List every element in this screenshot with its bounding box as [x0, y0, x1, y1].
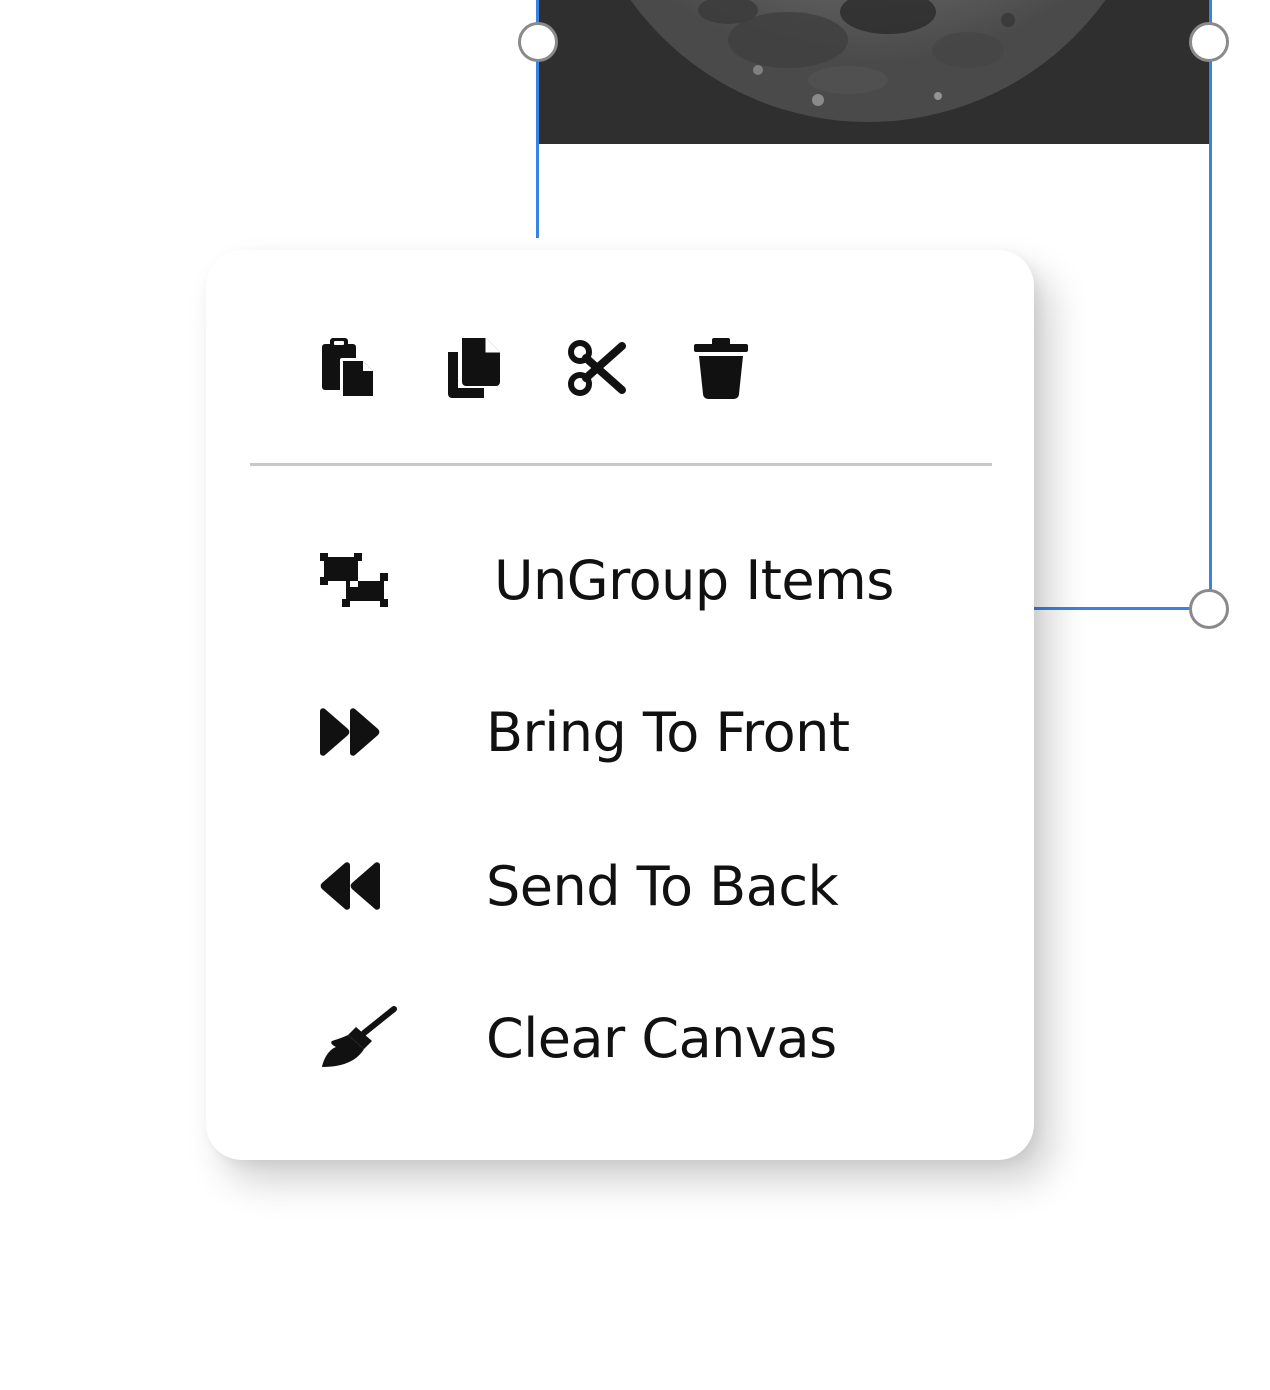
menu-item-bring-to-front[interactable]: Bring To Front [318, 692, 850, 772]
context-menu: UnGroup Items Bring To Front Send To Bac… [206, 250, 1034, 1160]
delete-button[interactable] [690, 336, 752, 404]
context-menu-toolbar [318, 336, 752, 404]
moon-image[interactable] [538, 0, 1210, 144]
resize-handle-left[interactable] [518, 22, 558, 62]
menu-item-ungroup[interactable]: UnGroup Items [318, 540, 894, 620]
menu-item-send-to-back[interactable]: Send To Back [318, 846, 839, 926]
selection-border-right [1209, 0, 1212, 611]
copy-button[interactable] [442, 336, 504, 404]
cut-button[interactable] [566, 336, 628, 404]
paste-button[interactable] [318, 336, 380, 404]
selection-border-bottom [1034, 607, 1212, 610]
resize-handle-bottom-right[interactable] [1189, 589, 1229, 629]
ungroup-icon [318, 545, 398, 615]
menu-item-label: Send To Back [486, 854, 839, 918]
moon-photo [630, 0, 1106, 122]
copy-icon [444, 336, 502, 404]
menu-item-label: UnGroup Items [494, 548, 894, 612]
fast-backward-icon [318, 851, 398, 921]
menu-item-label: Clear Canvas [486, 1006, 837, 1070]
menu-item-label: Bring To Front [486, 700, 850, 764]
fast-forward-icon [318, 697, 398, 767]
resize-handle-right[interactable] [1189, 22, 1229, 62]
broom-icon [318, 1003, 398, 1073]
menu-item-clear-canvas[interactable]: Clear Canvas [318, 998, 837, 1078]
paste-icon [320, 336, 378, 404]
canvas-area[interactable]: UnGroup Items Bring To Front Send To Bac… [0, 0, 1270, 1390]
scissors-icon [568, 338, 626, 402]
trash-icon [692, 336, 750, 404]
menu-divider [250, 463, 992, 466]
